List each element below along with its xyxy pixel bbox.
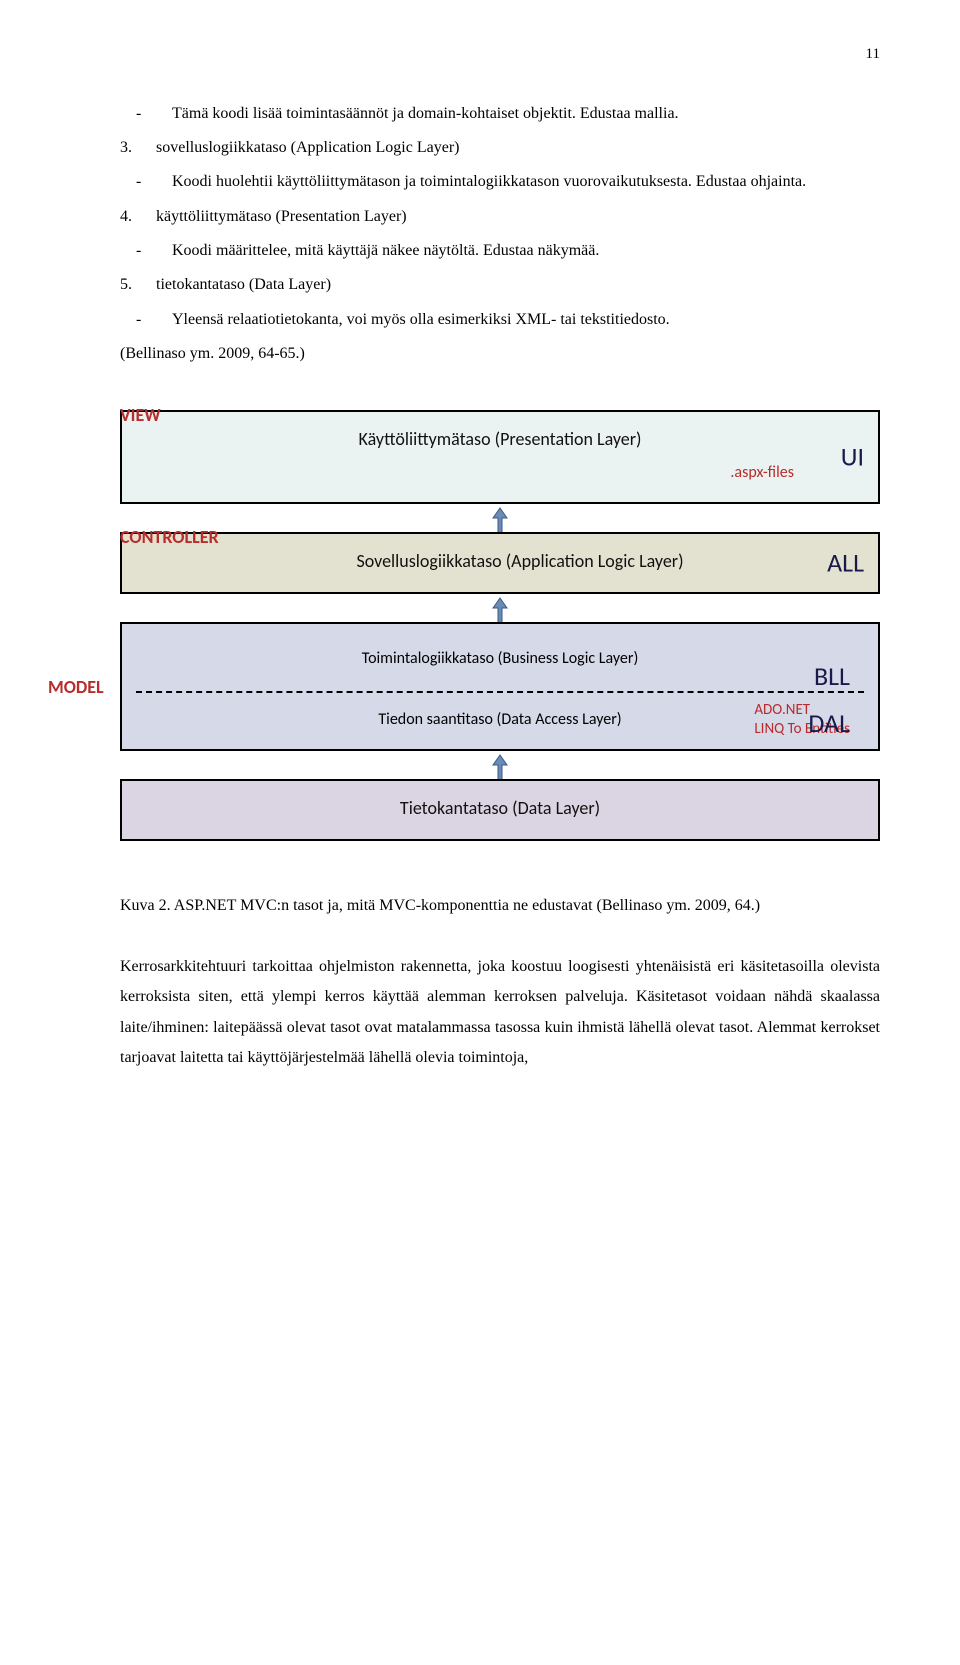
- layer-controller: CONTROLLER Sovelluslogiikkataso (Applica…: [120, 532, 880, 594]
- list-block: - Tämä koodi lisää toimintasäännöt ja do…: [120, 99, 880, 370]
- list-text: sovelluslogiikkataso (Application Logic …: [156, 133, 880, 163]
- list-item: - Yleensä relaatiotietokanta, voi myös o…: [120, 305, 880, 335]
- list-text: Koodi huolehtii käyttöliittymätason ja t…: [172, 167, 880, 197]
- figure-caption: Kuva 2. ASP.NET MVC:n tasot ja, mitä MVC…: [120, 891, 880, 921]
- list-text: Koodi määrittelee, mitä käyttäjä näkee n…: [172, 236, 880, 266]
- layer-main-text: Käyttöliittymätaso (Presentation Layer): [136, 422, 864, 456]
- layer-model-wrapper: MODEL Toimintalogiikkataso (Business Log…: [120, 622, 880, 751]
- layer-abbr: ALL: [827, 539, 864, 588]
- layer-main-text: Sovelluslogiikkataso (Application Logic …: [136, 544, 864, 578]
- page-number: 11: [120, 40, 880, 69]
- list-item: 4. käyttöliittymätaso (Presentation Laye…: [120, 202, 880, 232]
- layer-data: Tietokantataso (Data Layer): [120, 779, 880, 841]
- layer-abbr: UI: [841, 432, 864, 481]
- layer-model: Toimintalogiikkataso (Business Logic Lay…: [120, 622, 880, 751]
- list-number: 4.: [120, 202, 156, 232]
- layer-left-label: CONTROLLER: [120, 520, 219, 554]
- layer-main-text: Tiedon saantitaso (Data Access Layer): [378, 710, 621, 729]
- list-item: - Koodi määrittelee, mitä käyttäjä näkee…: [120, 236, 880, 266]
- layer-main-text: Toimintalogiikkataso (Business Logic Lay…: [362, 649, 639, 668]
- dash-bullet: -: [120, 305, 172, 335]
- list-item: 3. sovelluslogiikkataso (Application Log…: [120, 133, 880, 163]
- list-text: Yleensä relaatiotietokanta, voi myös oll…: [172, 305, 880, 335]
- list-item: - Koodi huolehtii käyttöliittymätason ja…: [120, 167, 880, 197]
- layer-sub-text: .aspx-files: [136, 458, 864, 488]
- list-item: 5. tietokantataso (Data Layer): [120, 270, 880, 300]
- dash-bullet: -: [120, 99, 172, 129]
- list-number: 3.: [120, 133, 156, 163]
- list-text: Tämä koodi lisää toimintasäännöt ja doma…: [172, 99, 880, 129]
- layer-model-bottom: Tiedon saantitaso (Data Access Layer) AD…: [136, 693, 864, 749]
- layer-model-top: Toimintalogiikkataso (Business Logic Lay…: [136, 634, 864, 690]
- layer-main-text: Tietokantataso (Data Layer): [136, 791, 864, 825]
- layer-side-label: MODEL: [48, 670, 104, 704]
- layer-left-label: VIEW: [120, 398, 161, 432]
- list-text: käyttöliittymätaso (Presentation Layer): [156, 202, 880, 232]
- list-item: - Tämä koodi lisää toimintasäännöt ja do…: [120, 99, 880, 129]
- layer-view: VIEW Käyttöliittymätaso (Presentation La…: [120, 410, 880, 505]
- dash-bullet: -: [120, 167, 172, 197]
- architecture-diagram: VIEW Käyttöliittymätaso (Presentation La…: [120, 410, 880, 842]
- dash-bullet: -: [120, 236, 172, 266]
- layer-abbr: DAL: [808, 699, 850, 748]
- list-text: tietokantataso (Data Layer): [156, 270, 880, 300]
- list-number: 5.: [120, 270, 156, 300]
- citation: (Bellinaso ym. 2009, 64-65.): [120, 339, 880, 369]
- body-paragraph: Kerrosarkkitehtuuri tarkoittaa ohjelmist…: [120, 952, 880, 1074]
